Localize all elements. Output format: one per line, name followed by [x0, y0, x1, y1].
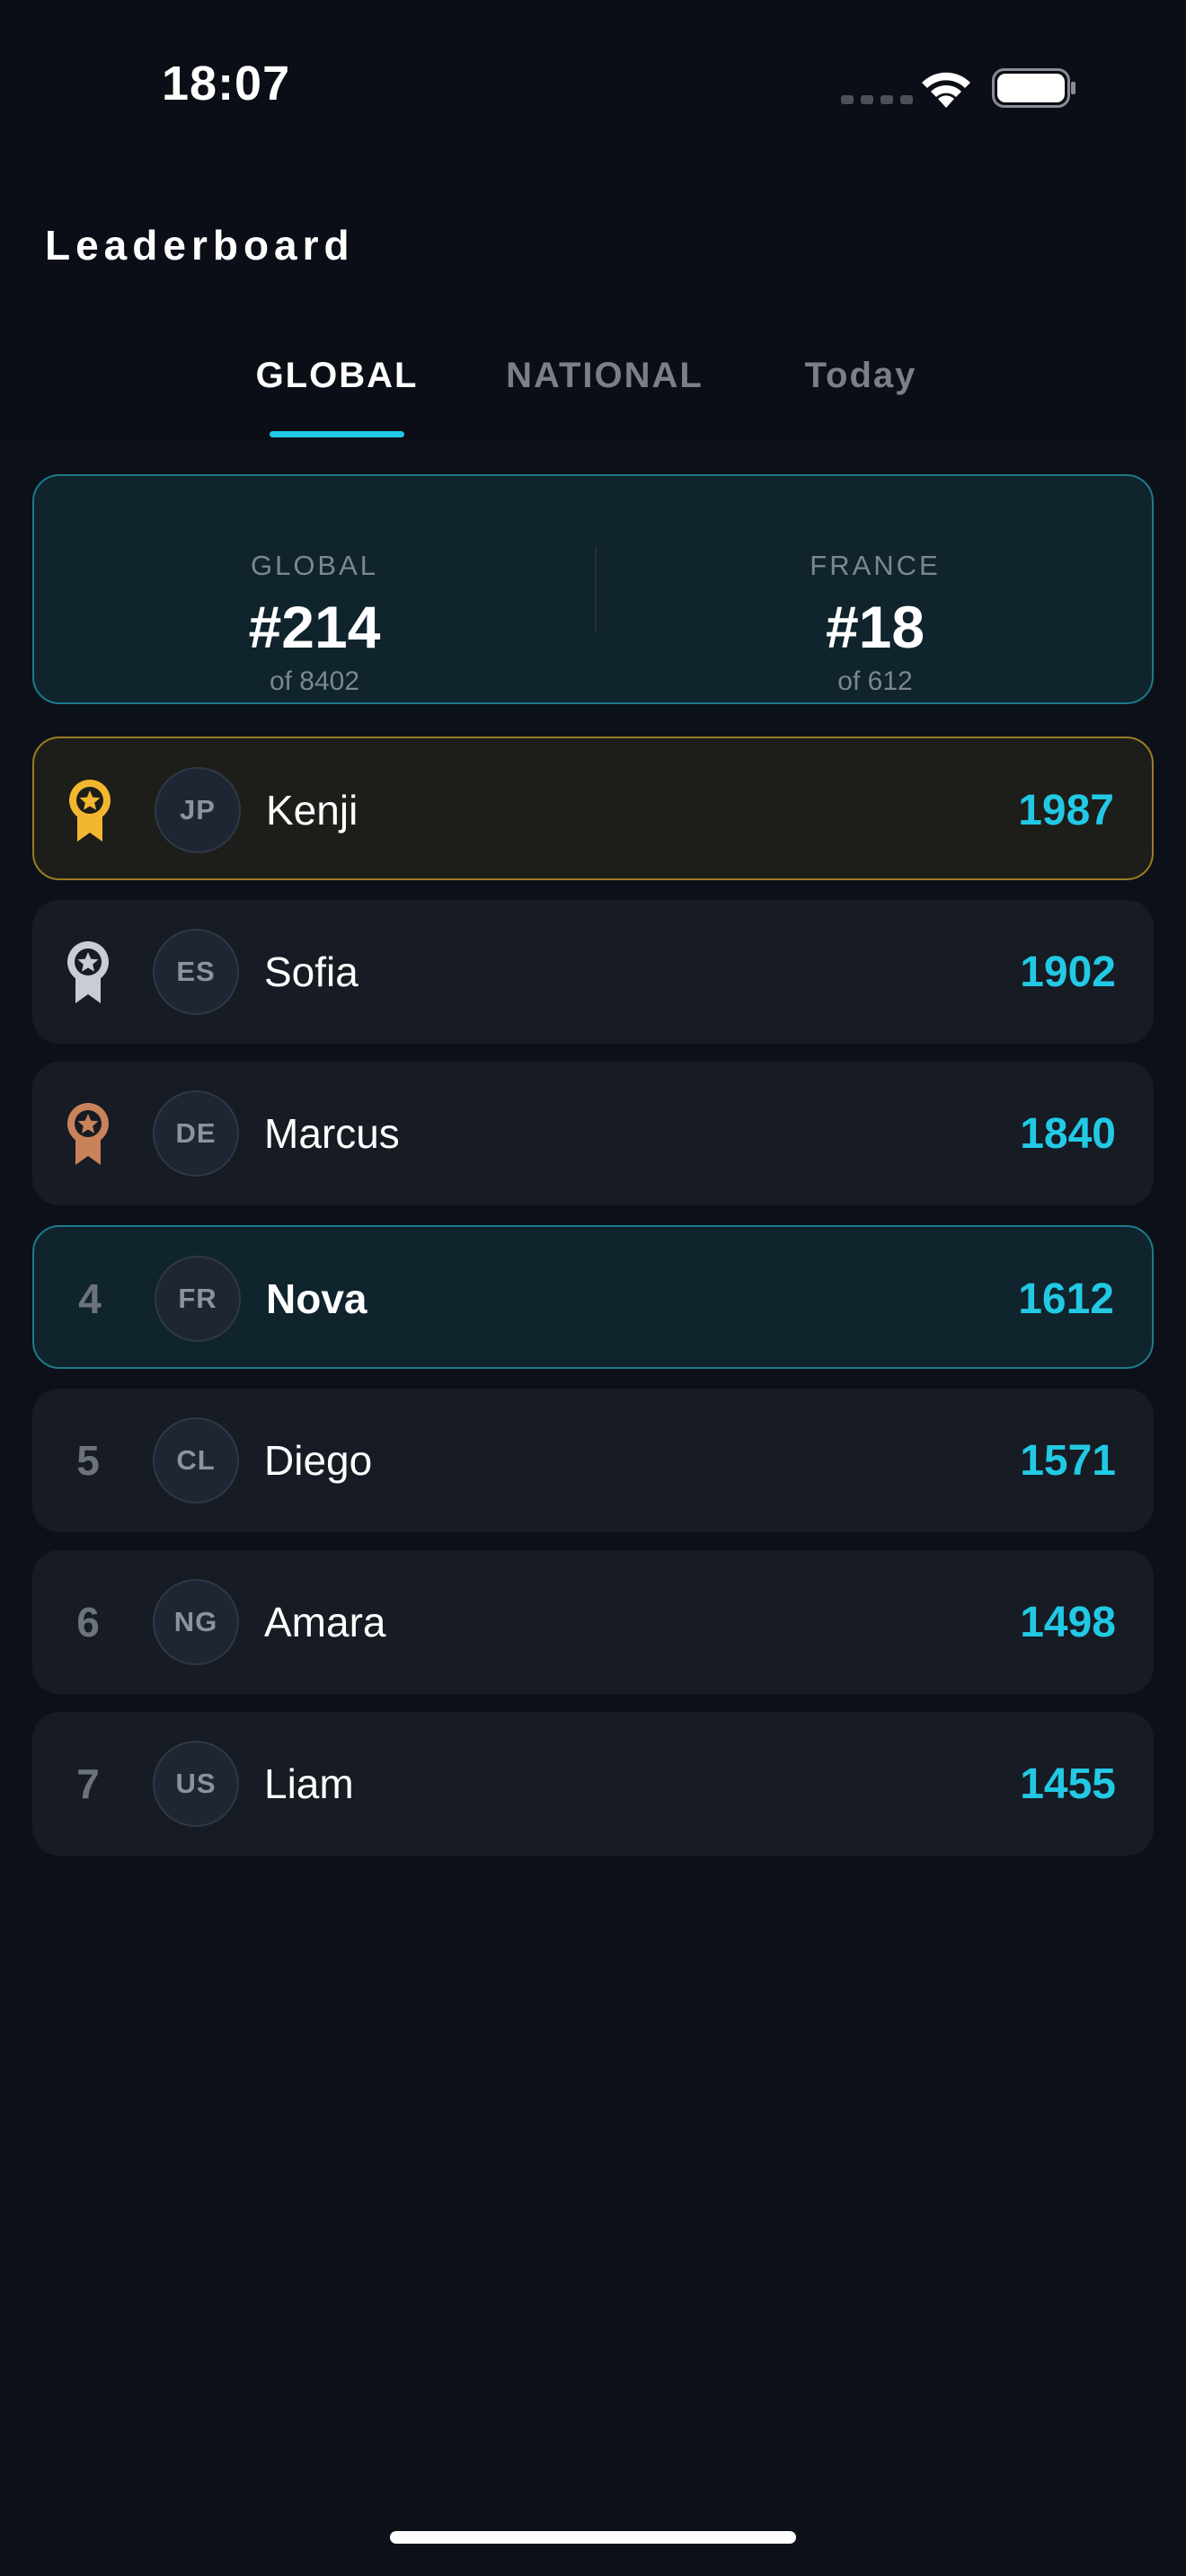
wifi-icon	[922, 72, 970, 108]
battery-icon	[992, 68, 1075, 108]
country-avatar: JP	[155, 767, 241, 853]
leaderboard-row-7[interactable]: 7 US Liam 1455	[32, 1712, 1154, 1856]
active-tab-indicator	[270, 431, 404, 437]
national-rank: FRANCE #18 of 612	[595, 476, 1155, 706]
my-rank-summary-card: GLOBAL #214 of 8402 FRANCE #18 of 612	[32, 474, 1154, 704]
country-avatar: CL	[153, 1417, 239, 1504]
country-avatar: DE	[153, 1090, 239, 1177]
tab-global[interactable]: GLOBAL	[256, 356, 418, 440]
tab-bar: GLOBAL NATIONAL Today	[0, 356, 1186, 440]
silver-medal-icon	[67, 941, 109, 1003]
player-score: 1455	[1020, 1760, 1116, 1808]
cellular-signal-icon	[841, 95, 913, 104]
gold-medal-icon	[69, 780, 111, 842]
country-avatar: ES	[153, 929, 239, 1015]
global-rank-value: #214	[248, 594, 381, 660]
country-avatar: NG	[153, 1579, 239, 1665]
player-name: Diego	[264, 1437, 373, 1484]
player-name: Marcus	[264, 1110, 400, 1157]
global-rank-label: GLOBAL	[250, 550, 379, 581]
player-score: 1840	[1020, 1109, 1116, 1158]
tab-today[interactable]: Today	[794, 356, 927, 440]
rank-number: 5	[76, 1437, 100, 1484]
national-rank-label: FRANCE	[810, 550, 941, 581]
player-score: 1498	[1020, 1598, 1116, 1646]
rank-number: 4	[78, 1275, 102, 1322]
leaderboard-row-5[interactable]: 5 CL Diego 1571	[32, 1389, 1154, 1532]
player-name: Sofia	[264, 948, 358, 995]
leaderboard-row-current-user[interactable]: 4 FR Nova 1612	[32, 1225, 1154, 1369]
player-name: Amara	[264, 1599, 386, 1645]
leaderboard-row-3[interactable]: DE Marcus 1840	[32, 1062, 1154, 1205]
leaderboard-row-2[interactable]: ES Sofia 1902	[32, 900, 1154, 1044]
player-name: Liam	[264, 1760, 354, 1807]
player-score: 1902	[1020, 948, 1116, 996]
rank-number: 6	[76, 1599, 100, 1645]
national-rank-total: of 612	[837, 666, 913, 696]
leaderboard-row-6[interactable]: 6 NG Amara 1498	[32, 1550, 1154, 1694]
header: Leaderboard GLOBAL NATIONAL Today	[0, 171, 1186, 440]
page-title: Leaderboard	[45, 222, 355, 269]
national-rank-value: #18	[825, 594, 925, 660]
country-avatar: US	[153, 1741, 239, 1827]
rank-number: 7	[76, 1760, 100, 1807]
status-bar: 18:07	[0, 0, 1186, 171]
player-score: 1571	[1020, 1436, 1116, 1485]
bronze-medal-icon	[67, 1103, 109, 1165]
leaderboard-row-1[interactable]: JP Kenji 1987	[32, 737, 1154, 880]
country-avatar: FR	[155, 1256, 241, 1342]
leaderboard-content[interactable]: GLOBAL #214 of 8402 FRANCE #18 of 612 JP…	[0, 440, 1186, 2576]
player-score: 1987	[1018, 786, 1114, 834]
global-rank: GLOBAL #214 of 8402	[34, 476, 595, 706]
status-time: 18:07	[162, 57, 291, 110]
global-rank-total: of 8402	[269, 666, 360, 696]
home-indicator[interactable]	[390, 2531, 796, 2544]
player-name: Kenji	[266, 787, 358, 834]
tab-national[interactable]: NATIONAL	[499, 356, 711, 440]
player-name: Nova	[266, 1275, 367, 1322]
player-score: 1612	[1018, 1275, 1114, 1323]
